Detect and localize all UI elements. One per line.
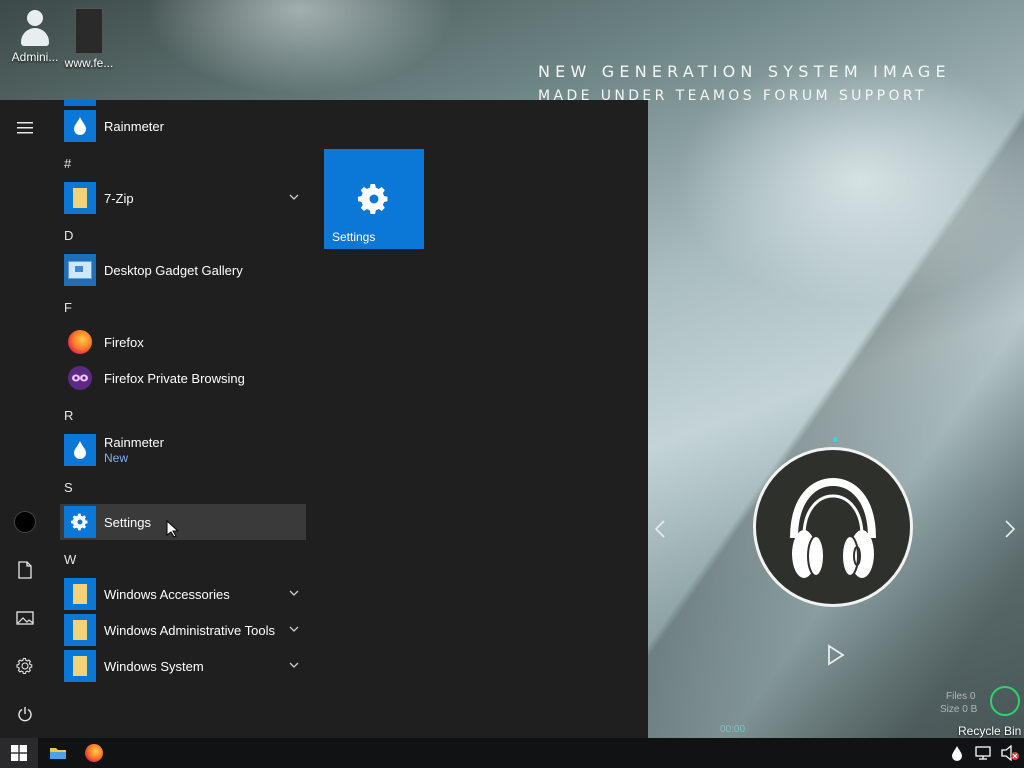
rainmeter-drop-icon[interactable] [950, 745, 964, 761]
app-label: Rainmeter [104, 434, 164, 450]
network-icon[interactable] [974, 746, 992, 760]
firefox-icon [64, 326, 96, 358]
app-label: Windows Accessories [104, 586, 230, 602]
next-track-icon[interactable] [1004, 519, 1016, 539]
document-icon[interactable] [0, 550, 50, 590]
user-folder-icon [20, 8, 50, 48]
recycle-bin-ring-icon[interactable] [990, 686, 1020, 716]
pictures-icon[interactable] [0, 598, 50, 638]
app-label: Windows Administrative Tools [104, 622, 275, 638]
app-item-windows-admin-tools[interactable]: Windows Administrative Tools [60, 612, 306, 648]
desktop-icon-website[interactable]: www.fe... [54, 0, 124, 70]
app-item-windows-system[interactable]: Windows System [60, 648, 306, 684]
tile-label: Settings [332, 230, 376, 244]
power-icon[interactable] [0, 694, 50, 734]
user-avatar-icon[interactable] [0, 502, 50, 542]
firefox-private-mask-icon [64, 362, 96, 394]
app-label: 7-Zip [104, 190, 134, 206]
app-label: Rainmeter [104, 118, 164, 134]
previous-track-icon[interactable] [654, 519, 666, 539]
group-letter-hash[interactable]: # [64, 156, 71, 171]
tile-settings[interactable]: Settings [324, 149, 424, 249]
app-label: Firefox Private Browsing [104, 370, 245, 386]
play-icon[interactable] [826, 644, 846, 666]
app-item-settings[interactable]: Settings [60, 504, 306, 540]
scrolled-app-icon-edge [64, 100, 96, 106]
gear-icon [64, 506, 96, 538]
app-label: Settings [104, 514, 151, 530]
start-menu: Rainmeter # 7-Zip D Desktop Gadget Galle… [0, 100, 648, 738]
widget-files-count: Files 0 [946, 691, 976, 702]
volume-muted-icon[interactable] [1000, 745, 1020, 761]
rainmeter-drop-icon [64, 110, 96, 142]
group-letter-d[interactable]: D [64, 228, 73, 243]
wallpaper-headline: NEW GENERATION SYSTEM IMAGE [538, 62, 951, 81]
app-item-rainmeter-top[interactable]: Rainmeter [60, 108, 306, 144]
app-item-firefox-private[interactable]: Firefox Private Browsing [60, 360, 306, 396]
gadget-gallery-icon [64, 254, 96, 286]
new-badge: New [104, 450, 129, 465]
widget-indicator-dot [833, 437, 838, 442]
widget-time: 00:00 [720, 724, 746, 735]
app-item-windows-accessories[interactable]: Windows Accessories [60, 576, 306, 612]
widget-size: Size 0 B [940, 704, 978, 715]
windows-start-icon[interactable] [0, 738, 38, 768]
chevron-down-icon[interactable] [288, 191, 300, 203]
firefox-icon[interactable] [76, 738, 112, 768]
headphones-icon [790, 477, 876, 578]
file-explorer-icon[interactable] [40, 738, 76, 768]
system-tray [950, 738, 1020, 768]
group-letter-s[interactable]: S [64, 480, 73, 495]
app-item-rainmeter[interactable]: Rainmeter New [60, 432, 306, 468]
recycle-bin-label[interactable]: Recycle Bin [958, 724, 1021, 738]
taskbar [0, 738, 1024, 768]
desktop-icon-label: www.fe... [64, 56, 114, 70]
app-item-7zip[interactable]: 7-Zip [60, 180, 306, 216]
group-letter-w[interactable]: W [64, 552, 76, 567]
file-icon [75, 8, 103, 54]
music-player-widget[interactable] [753, 447, 913, 607]
group-letter-r[interactable]: R [64, 408, 73, 423]
chevron-down-icon[interactable] [288, 659, 300, 671]
start-rail [0, 100, 50, 738]
folder-icon [64, 650, 96, 682]
app-item-firefox[interactable]: Firefox [60, 324, 306, 360]
chevron-down-icon[interactable] [288, 587, 300, 599]
group-letter-f[interactable]: F [64, 300, 72, 315]
folder-icon [64, 614, 96, 646]
rainmeter-drop-icon [64, 434, 96, 466]
folder-icon [64, 182, 96, 214]
app-item-desktop-gadget-gallery[interactable]: Desktop Gadget Gallery [60, 252, 306, 288]
app-label-group: Rainmeter New [104, 435, 164, 466]
app-label: Desktop Gadget Gallery [104, 262, 243, 278]
app-list[interactable]: Rainmeter # 7-Zip D Desktop Gadget Galle… [56, 100, 312, 738]
mouse-cursor-icon [166, 520, 178, 538]
chevron-down-icon[interactable] [288, 623, 300, 635]
hamburger-icon[interactable] [0, 108, 50, 148]
settings-gear-icon[interactable] [0, 646, 50, 686]
gear-icon [357, 184, 388, 214]
app-label: Firefox [104, 334, 144, 350]
folder-icon [64, 578, 96, 610]
app-label: Windows System [104, 658, 204, 674]
